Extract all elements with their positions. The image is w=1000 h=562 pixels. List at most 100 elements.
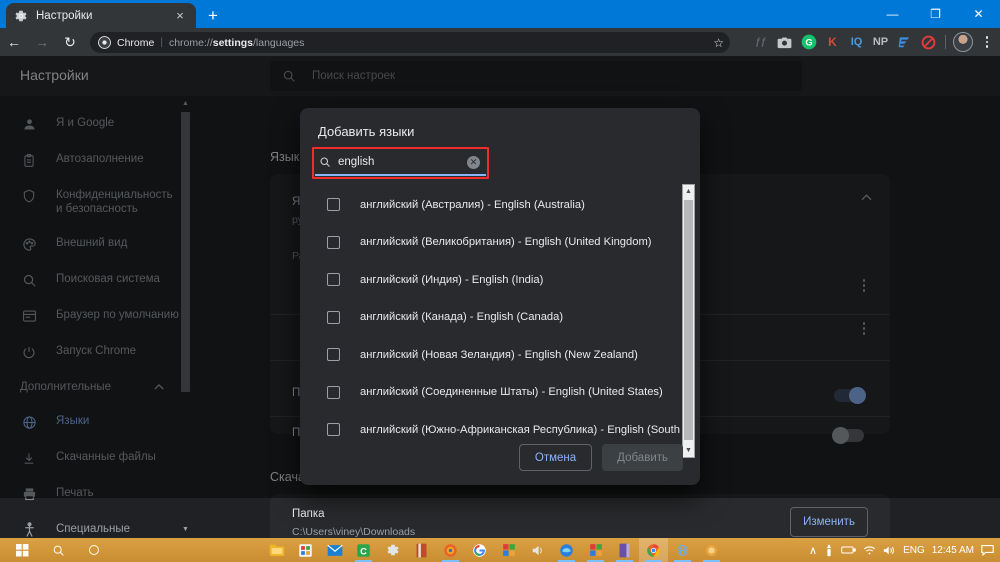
minimize-button[interactable]: — bbox=[871, 0, 914, 28]
tab-title: Настройки bbox=[36, 9, 93, 22]
window-controls: — ❐ ✕ bbox=[871, 0, 1000, 28]
settings-gear-icon[interactable] bbox=[378, 538, 407, 562]
taskbar-apps: C bbox=[262, 538, 726, 562]
gear-icon bbox=[14, 9, 28, 23]
dialog-scrollbar[interactable]: ▲ ▼ bbox=[682, 184, 695, 458]
row-folder-value: C:\Users\viney\Downloads bbox=[292, 526, 416, 538]
url-prefix: chrome:// bbox=[168, 36, 213, 49]
language-checkbox[interactable] bbox=[327, 310, 340, 324]
new-tab-button[interactable]: + bbox=[202, 5, 224, 27]
kaspersky-icon[interactable]: K bbox=[822, 32, 843, 53]
avatar[interactable] bbox=[952, 32, 973, 53]
list-item[interactable]: английский (Новая Зеландия) - English (N… bbox=[310, 336, 690, 374]
scrollbar-thumb[interactable] bbox=[684, 200, 693, 440]
scroll-up-arrow[interactable]: ▲ bbox=[683, 185, 694, 198]
language-label: английский (Австралия) - English (Austra… bbox=[360, 198, 585, 211]
grammarly-icon[interactable]: G bbox=[798, 32, 819, 53]
camtasia-icon[interactable]: C bbox=[349, 538, 378, 562]
back-button[interactable]: ← bbox=[0, 28, 28, 56]
tray-expand-icon[interactable]: ∧ bbox=[809, 544, 817, 557]
language-checkbox[interactable] bbox=[327, 423, 340, 437]
cancel-button[interactable]: Отмена bbox=[518, 444, 593, 471]
language-list[interactable]: английский (Австралия) - English (Austra… bbox=[310, 186, 690, 456]
language-checkbox[interactable] bbox=[327, 385, 340, 399]
language-indicator[interactable]: ENG bbox=[903, 545, 925, 556]
clear-icon[interactable]: ✕ bbox=[467, 155, 480, 169]
ms-office-icon[interactable] bbox=[494, 538, 523, 562]
usb-icon[interactable] bbox=[824, 543, 834, 557]
sidebar-item-label: Специальные возможности bbox=[56, 523, 131, 538]
omnibox-separator: | bbox=[160, 37, 163, 48]
list-item[interactable]: английский (Соединенные Штаты) - English… bbox=[310, 374, 690, 412]
list-item[interactable]: английский (Великобритания) - English (U… bbox=[310, 224, 690, 262]
language-search-input[interactable]: english ✕ bbox=[315, 150, 486, 176]
sidebar-item-accessibility[interactable]: Специальные возможности bbox=[0, 512, 180, 538]
search-icon[interactable] bbox=[40, 538, 76, 562]
utorrent-icon[interactable] bbox=[697, 538, 726, 562]
google-icon[interactable] bbox=[465, 538, 494, 562]
list-item[interactable]: английский (Индия) - English (India) bbox=[310, 261, 690, 299]
language-label: английский (Индия) - English (India) bbox=[360, 273, 544, 286]
firefox-icon[interactable] bbox=[436, 538, 465, 562]
close-icon[interactable]: × bbox=[172, 8, 188, 24]
evernote-icon[interactable] bbox=[894, 32, 915, 53]
forward-button[interactable]: → bbox=[28, 28, 56, 56]
battery-icon[interactable] bbox=[841, 545, 856, 555]
edge-icon[interactable] bbox=[552, 538, 581, 562]
clock[interactable]: 12:45 AM bbox=[932, 545, 974, 556]
microsoft-icon[interactable] bbox=[581, 538, 610, 562]
search-icon bbox=[319, 156, 331, 168]
add-button[interactable]: Добавить bbox=[602, 444, 683, 471]
omnibox-chip: Chrome bbox=[117, 36, 155, 49]
list-item[interactable]: английский (Австралия) - English (Austra… bbox=[310, 186, 690, 224]
language-label: английский (Соединенные Штаты) - English… bbox=[360, 386, 663, 399]
omnibox-url: chrome://settings/languages bbox=[169, 37, 304, 49]
onenote-icon[interactable] bbox=[610, 538, 639, 562]
language-label: английский (Южно-Африканская Республика)… bbox=[360, 423, 690, 436]
volume-app-icon[interactable] bbox=[523, 538, 552, 562]
maximize-button[interactable]: ❐ bbox=[914, 0, 957, 28]
wifi-icon[interactable] bbox=[863, 545, 876, 556]
close-window-button[interactable]: ✕ bbox=[957, 0, 1000, 28]
language-checkbox[interactable] bbox=[327, 273, 340, 287]
bookmark-star-icon[interactable]: ☆ bbox=[713, 36, 724, 50]
taskbar-system-buttons bbox=[0, 538, 112, 562]
language-checkbox[interactable] bbox=[327, 348, 340, 362]
notifications-icon[interactable] bbox=[981, 544, 994, 556]
scroll-down-arrow[interactable]: ▼ bbox=[181, 524, 190, 536]
language-checkbox[interactable] bbox=[327, 235, 340, 249]
mail-icon[interactable] bbox=[320, 538, 349, 562]
adblock-icon[interactable] bbox=[918, 32, 939, 53]
address-bar[interactable]: Chrome | chrome://settings/languages ☆ bbox=[90, 32, 730, 53]
change-folder-button[interactable]: Изменить bbox=[790, 507, 868, 537]
chrome-icon[interactable] bbox=[639, 538, 668, 562]
language-label: английский (Великобритания) - English (U… bbox=[360, 236, 652, 249]
accessibility-icon bbox=[20, 521, 38, 538]
tab-settings[interactable]: Настройки × bbox=[6, 3, 196, 28]
file-explorer-icon[interactable] bbox=[262, 538, 291, 562]
microsoft-store-icon[interactable] bbox=[291, 538, 320, 562]
language-label: английский (Канада) - English (Canada) bbox=[360, 311, 564, 324]
np-icon[interactable]: NP bbox=[870, 32, 891, 53]
list-item[interactable]: английский (Южно-Африканская Республика)… bbox=[310, 411, 690, 449]
start-button[interactable] bbox=[4, 538, 40, 562]
reload-button[interactable]: ↻ bbox=[56, 28, 84, 56]
extensions-area: ƒƒ G K IQ NP bbox=[750, 28, 998, 56]
task-view-icon[interactable] bbox=[76, 538, 112, 562]
downloads-card: Папка C:\Users\viney\Downloads Изменить bbox=[270, 494, 890, 538]
network-app-icon[interactable] bbox=[668, 538, 697, 562]
chrome-menu-button[interactable] bbox=[976, 31, 998, 53]
language-label: английский (Новая Зеландия) - English (N… bbox=[360, 348, 638, 361]
word-icon[interactable] bbox=[407, 538, 436, 562]
tab-strip: Настройки × + — ❐ ✕ bbox=[0, 0, 1000, 28]
language-checkbox[interactable] bbox=[327, 198, 340, 212]
language-search-container: english ✕ bbox=[312, 147, 489, 179]
browser-window: Настройки × + — ❐ ✕ ← → ↻ Chrome | chrom… bbox=[0, 0, 1000, 562]
chrome-logo-icon bbox=[98, 36, 111, 49]
iq-icon[interactable]: IQ bbox=[846, 32, 867, 53]
browser-toolbar: ← → ↻ Chrome | chrome://settings/languag… bbox=[0, 28, 1000, 56]
volume-icon[interactable] bbox=[883, 545, 896, 556]
script-icon[interactable]: ƒƒ bbox=[750, 32, 771, 53]
camera-icon[interactable] bbox=[774, 32, 795, 53]
list-item[interactable]: английский (Канада) - English (Canada) bbox=[310, 299, 690, 337]
